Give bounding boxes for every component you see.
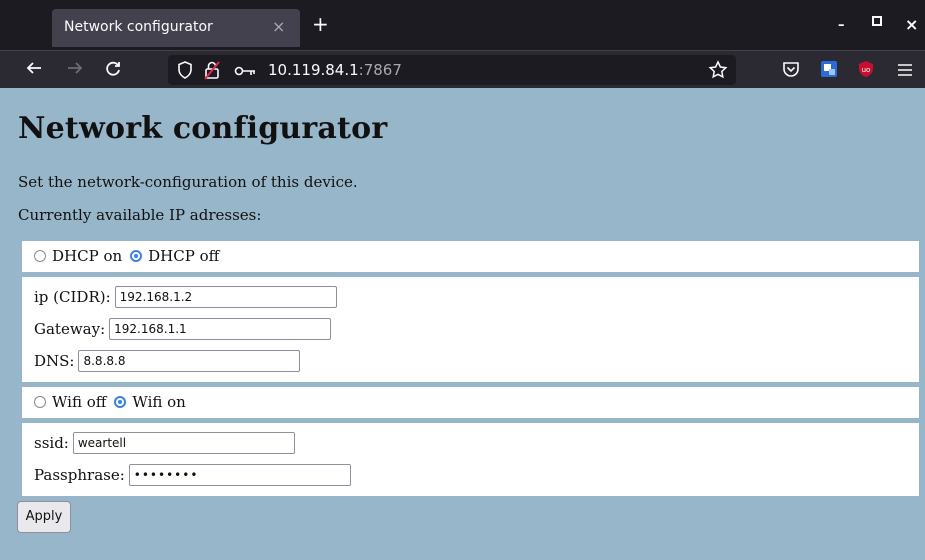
reload-icon[interactable] (104, 59, 122, 82)
passphrase-label: Passphrase: (34, 466, 125, 484)
dns-row: DNS: 8.8.8.8 (34, 350, 301, 372)
gateway-row: Gateway: 192.168.1.1 (34, 318, 332, 340)
dhcp-panel: DHCP on DHCP off (22, 241, 919, 272)
page-content: Network configurator Set the network-con… (0, 89, 925, 560)
available-ip-label: Currently available IP adresses: (18, 206, 262, 224)
maximize-button[interactable] (872, 15, 882, 30)
tab-close-icon[interactable]: × (272, 17, 285, 36)
forward-arrow-icon[interactable] (66, 59, 84, 82)
ip-label: ip (CIDR): (34, 288, 111, 306)
url-text[interactable]: 10.119.84.1:7867 (268, 61, 402, 79)
dhcp-off-label[interactable]: DHCP off (148, 247, 219, 265)
url-bar[interactable]: 10.119.84.1:7867 (168, 55, 736, 85)
page-title: Network configurator (18, 111, 388, 146)
gateway-label: Gateway: (34, 320, 106, 338)
passphrase-input[interactable]: •••••••• (128, 464, 351, 486)
wifi-off-label[interactable]: Wifi off (52, 393, 106, 411)
dhcp-radio-group: DHCP on DHCP off (34, 247, 227, 265)
pocket-icon[interactable] (782, 60, 800, 82)
maximize-icon (872, 16, 882, 26)
wifi-on-radio[interactable] (114, 396, 127, 408)
minimize-button[interactable]: – (838, 18, 845, 33)
extension-icon[interactable] (820, 60, 838, 82)
key-icon[interactable] (234, 63, 256, 82)
dhcp-off-radio[interactable] (130, 250, 143, 262)
url-port: :7867 (358, 61, 402, 79)
apply-button[interactable]: Apply (17, 501, 71, 533)
wifi-on-label[interactable]: Wifi on (132, 393, 185, 411)
wifi-off-radio[interactable] (34, 396, 46, 408)
browser-navbar: 10.119.84.1:7867 uo (0, 50, 925, 88)
wifi-radio-group: Wifi off Wifi on (34, 393, 194, 411)
static-ip-panel: ip (CIDR): 192.168.1.2 Gateway: 192.168.… (22, 277, 919, 382)
ssid-label: ssid: (34, 434, 69, 452)
browser-titlebar: Network configurator × + – × (0, 0, 925, 50)
ip-row: ip (CIDR): 192.168.1.2 (34, 286, 337, 308)
wifi-credentials-panel: ssid: weartell Passphrase: •••••••• (22, 423, 919, 496)
ip-input[interactable]: 192.168.1.2 (114, 286, 337, 308)
insecure-lock-icon[interactable] (204, 60, 220, 84)
svg-text:uo: uo (862, 66, 871, 74)
url-host: 10.119.84.1 (268, 61, 359, 79)
gateway-input[interactable]: 192.168.1.1 (109, 318, 332, 340)
new-tab-button[interactable]: + (312, 14, 329, 34)
menu-icon[interactable] (897, 62, 913, 81)
dhcp-on-label[interactable]: DHCP on (52, 247, 122, 265)
star-icon[interactable] (708, 60, 728, 84)
ublock-icon[interactable]: uo (857, 60, 875, 82)
wifi-panel: Wifi off Wifi on (22, 387, 919, 418)
passphrase-row: Passphrase: •••••••• (34, 464, 351, 486)
tab-title: Network configurator (64, 19, 213, 35)
ssid-row: ssid: weartell (34, 432, 295, 454)
close-window-button[interactable]: × (905, 15, 918, 34)
back-arrow-icon[interactable] (25, 59, 43, 82)
dns-input[interactable]: 8.8.8.8 (78, 350, 301, 372)
dns-label: DNS: (34, 352, 75, 370)
ssid-input[interactable]: weartell (72, 432, 295, 454)
shield-icon[interactable] (177, 61, 193, 83)
page-description: Set the network-configuration of this de… (18, 173, 358, 191)
dhcp-on-radio[interactable] (34, 250, 46, 262)
browser-tab[interactable]: Network configurator × (52, 9, 300, 47)
